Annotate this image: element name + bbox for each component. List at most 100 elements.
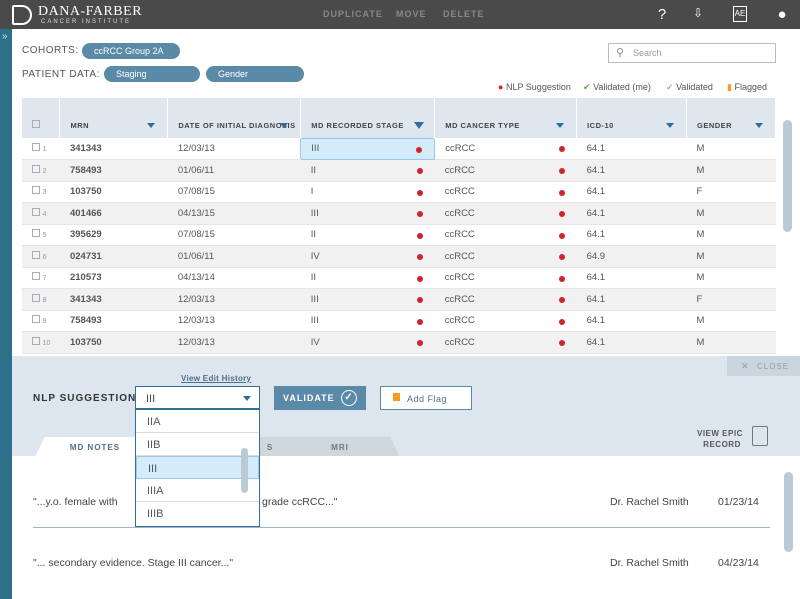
row-select[interactable]: 7: [22, 267, 60, 289]
row-select[interactable]: 10: [22, 331, 60, 354]
cell-mrn[interactable]: 341343: [59, 138, 168, 160]
header-icd10[interactable]: ICD-10: [576, 98, 687, 138]
sort-icon[interactable]: [666, 123, 674, 128]
row-select[interactable]: 3: [22, 181, 60, 203]
chevron-down-icon[interactable]: [243, 396, 251, 401]
row-select[interactable]: 2: [22, 159, 60, 182]
table-row[interactable]: 4 401466 04/13/15 III ccRCC 64.1 M: [22, 202, 776, 225]
notes-scrollbar[interactable]: [784, 472, 793, 552]
cell-icd10[interactable]: 64.1: [576, 138, 687, 160]
row-select[interactable]: 6: [22, 245, 60, 268]
cell-cancer-type[interactable]: ccRCC: [434, 202, 577, 225]
cell-gender[interactable]: M: [686, 245, 776, 268]
record-icon[interactable]: [752, 426, 768, 446]
header-stage[interactable]: MD RECORDED STAGE: [300, 98, 436, 138]
table-row[interactable]: 9 758493 12/03/13 III ccRCC 64.1 M: [22, 310, 776, 332]
cell-cancer-type[interactable]: ccRCC: [434, 245, 577, 268]
row-select[interactable]: 1: [22, 138, 60, 160]
header-date[interactable]: DATE OF INITIAL DIAGNOSIS: [167, 98, 302, 138]
cell-mrn[interactable]: 341343: [59, 288, 168, 311]
cell-cancer-type[interactable]: ccRCC: [434, 181, 577, 203]
cell-mrn[interactable]: 758493: [59, 159, 168, 182]
table-row[interactable]: 8 341343 12/03/13 III ccRCC 64.1 F: [22, 288, 776, 311]
close-button[interactable]: ✕ CLOSE: [727, 356, 800, 376]
table-row[interactable]: 10 103750 12/03/13 IV ccRCC 64.1 M: [22, 331, 776, 354]
cell-stage[interactable]: III: [300, 310, 435, 332]
sort-icon[interactable]: [147, 123, 156, 128]
cell-mrn[interactable]: 103750: [59, 181, 168, 203]
row-select[interactable]: 4: [22, 202, 60, 225]
cell-date[interactable]: 01/06/11: [167, 159, 301, 182]
cell-stage[interactable]: II: [300, 159, 435, 182]
view-edit-history-link[interactable]: View Edit History: [181, 374, 251, 383]
cell-gender[interactable]: F: [686, 181, 776, 203]
close-icon[interactable]: ✕: [741, 361, 749, 372]
cell-cancer-type[interactable]: ccRCC: [434, 224, 577, 246]
cell-icd10[interactable]: 64.1: [576, 202, 687, 225]
cell-cancer-type[interactable]: ccRCC: [434, 267, 577, 289]
row-checkbox[interactable]: [32, 272, 40, 281]
dropdown-scrollbar[interactable]: [241, 448, 248, 493]
table-row[interactable]: 1 341343 12/03/13 III ccRCC 64.1 M: [22, 137, 776, 160]
document-icon[interactable]: AE: [733, 6, 747, 22]
download-icon[interactable]: ⇩: [689, 6, 707, 24]
cell-icd10[interactable]: 64.1: [576, 181, 687, 203]
header-gender[interactable]: GENDER: [686, 98, 776, 138]
cell-stage[interactable]: IV: [300, 331, 435, 354]
cell-stage[interactable]: I: [300, 181, 435, 203]
select-all-checkbox[interactable]: [32, 120, 40, 128]
cell-stage[interactable]: IV: [300, 245, 435, 268]
validate-button[interactable]: VALIDATE ✓: [274, 386, 366, 410]
dropdown-option[interactable]: IIIB: [136, 502, 259, 525]
cell-mrn[interactable]: 103750: [59, 331, 168, 354]
cohort-pill[interactable]: ccRCC Group 2A: [82, 43, 180, 59]
cell-mrn[interactable]: 395629: [59, 224, 168, 246]
cell-date[interactable]: 12/03/13: [167, 310, 301, 332]
expand-icon[interactable]: »: [2, 31, 8, 42]
row-checkbox[interactable]: [32, 164, 40, 173]
duplicate-button[interactable]: DUPLICATE: [323, 9, 383, 19]
cell-stage[interactable]: III: [300, 137, 436, 160]
stage-select[interactable]: III: [135, 386, 260, 409]
cell-icd10[interactable]: 64.1: [576, 288, 687, 311]
row-checkbox[interactable]: [32, 250, 40, 259]
cell-icd10[interactable]: 64.9: [576, 245, 687, 268]
row-checkbox[interactable]: [32, 336, 40, 345]
table-row[interactable]: 7 210573 04/13/14 II ccRCC 64.1 M: [22, 267, 776, 289]
sort-icon[interactable]: [556, 123, 565, 128]
cell-icd10[interactable]: 64.1: [576, 159, 687, 182]
row-checkbox[interactable]: [32, 207, 40, 216]
sort-icon[interactable]: [280, 123, 289, 128]
cell-date[interactable]: 12/03/13: [167, 138, 301, 160]
cell-gender[interactable]: M: [686, 159, 776, 182]
staging-pill[interactable]: Staging: [104, 66, 200, 82]
table-row[interactable]: 6 024731 01/06/11 IV ccRCC 64.9 M: [22, 245, 776, 268]
table-row[interactable]: 3 103750 07/08/15 IccRCC 64.1 F: [22, 181, 776, 203]
cell-icd10[interactable]: 64.1: [576, 224, 687, 246]
cell-mrn[interactable]: 210573: [59, 267, 168, 289]
cell-mrn[interactable]: 024731: [59, 245, 168, 268]
row-checkbox[interactable]: [32, 315, 40, 324]
cell-stage[interactable]: II: [300, 267, 435, 289]
cell-date[interactable]: 07/08/15: [167, 224, 301, 246]
cell-gender[interactable]: M: [686, 138, 776, 160]
cell-date[interactable]: 12/03/13: [167, 331, 301, 354]
cell-cancer-type[interactable]: ccRCC: [434, 310, 577, 332]
view-epic-record-button[interactable]: VIEW EPIC RECORD: [697, 428, 743, 450]
cell-icd10[interactable]: 64.1: [576, 310, 687, 332]
cell-gender[interactable]: M: [686, 331, 776, 354]
table-scrollbar[interactable]: [783, 120, 792, 232]
cell-cancer-type[interactable]: ccRCC: [434, 159, 577, 182]
header-mrn[interactable]: MRN: [59, 98, 169, 138]
cell-gender[interactable]: M: [686, 224, 776, 246]
cell-cancer-type[interactable]: ccRCC: [434, 288, 577, 311]
sort-icon[interactable]: [755, 123, 763, 128]
cell-date[interactable]: 07/08/15: [167, 181, 301, 203]
select-all-header[interactable]: [22, 98, 61, 138]
row-checkbox[interactable]: [32, 143, 40, 151]
move-button[interactable]: MOVE: [396, 9, 427, 19]
dropdown-option[interactable]: IIA: [136, 410, 259, 433]
row-select[interactable]: 5: [22, 224, 60, 246]
cell-gender[interactable]: M: [686, 202, 776, 225]
row-checkbox[interactable]: [32, 229, 40, 238]
